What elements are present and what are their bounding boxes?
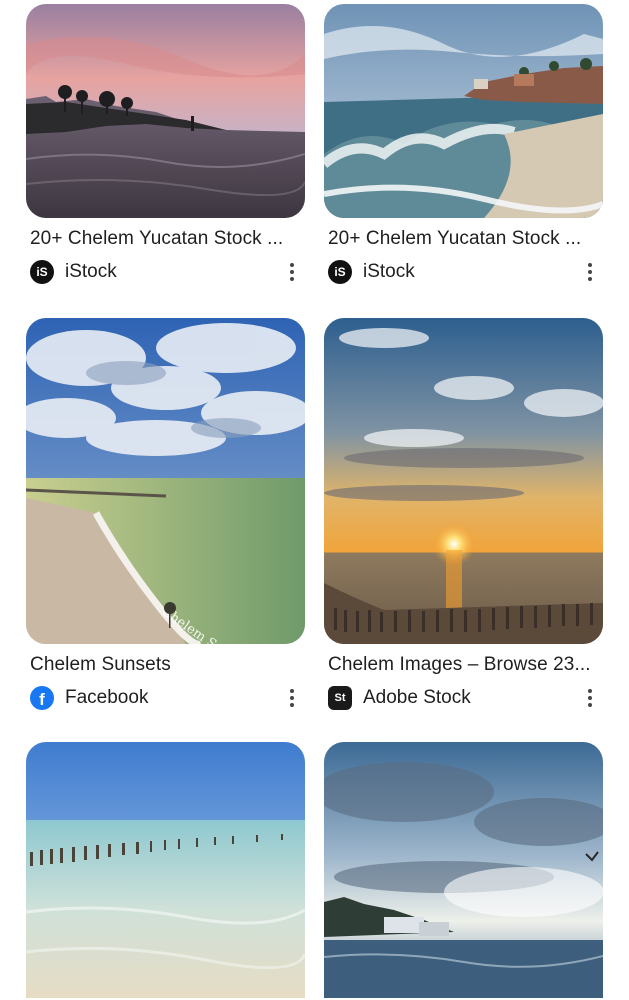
adobe-stock-logo-icon: St: [328, 686, 352, 710]
result-card-3[interactable]: Chelem Sunsets Chelem Sunsets f Facebook: [26, 318, 305, 716]
more-options-icon[interactable]: [281, 683, 303, 713]
more-options-icon[interactable]: [281, 257, 303, 287]
result-thumbnail[interactable]: [324, 742, 603, 998]
result-thumbnail[interactable]: [26, 4, 305, 218]
source-name: iStock: [65, 261, 117, 282]
source-name: Adobe Stock: [363, 687, 471, 708]
result-title[interactable]: Chelem Sunsets: [26, 652, 305, 678]
result-source[interactable]: f Facebook: [26, 680, 305, 716]
facebook-logo-icon: f: [30, 686, 54, 710]
result-thumbnail[interactable]: [26, 742, 305, 998]
result-title[interactable]: 20+ Chelem Yucatan Stock ...: [26, 226, 305, 252]
result-title[interactable]: Chelem Images – Browse 23...: [324, 652, 603, 678]
result-thumbnail[interactable]: [324, 318, 603, 644]
result-card-2[interactable]: 20+ Chelem Yucatan Stock ... iS iStock: [324, 4, 603, 290]
source-name: iStock: [363, 261, 415, 282]
result-source[interactable]: iS iStock: [324, 254, 603, 290]
result-card-4[interactable]: Chelem Images – Browse 23... St Adobe St…: [324, 318, 603, 716]
source-name: Facebook: [65, 687, 149, 708]
result-title[interactable]: 20+ Chelem Yucatan Stock ...: [324, 226, 603, 252]
result-card-5[interactable]: [26, 742, 305, 998]
result-thumbnail[interactable]: [324, 4, 603, 218]
istock-logo-icon: iS: [328, 260, 352, 284]
result-thumbnail[interactable]: Chelem Sunsets: [26, 318, 305, 644]
result-card-6[interactable]: [324, 742, 603, 998]
istock-logo-icon: iS: [30, 260, 54, 284]
more-options-icon[interactable]: [579, 257, 601, 287]
result-source[interactable]: St Adobe Stock: [324, 680, 603, 716]
result-source[interactable]: iS iStock: [26, 254, 305, 290]
more-options-icon[interactable]: [579, 683, 601, 713]
result-card-1[interactable]: 20+ Chelem Yucatan Stock ... iS iStock: [26, 4, 305, 290]
